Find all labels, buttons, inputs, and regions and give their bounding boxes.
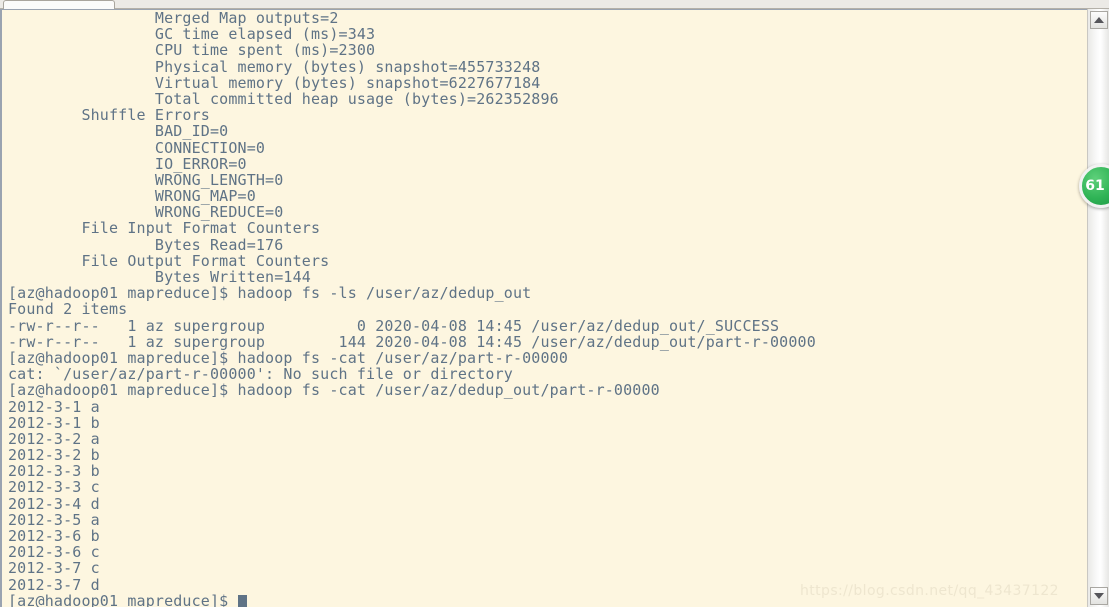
terminal-line: Physical memory (bytes) snapshot=4557332… <box>8 57 541 76</box>
terminal-line: Found 2 items <box>8 300 128 319</box>
shell-prompt: [az@hadoop01 mapreduce]$ <box>8 591 238 607</box>
terminal-line: 2012-3-1 b <box>8 413 100 432</box>
terminal-line: 2012-3-3 b <box>8 462 100 481</box>
terminal-line: 2012-3-2 a <box>8 429 100 448</box>
scroll-down-button[interactable] <box>1090 587 1108 605</box>
terminal-line: [az@hadoop01 mapreduce]$ hadoop fs -cat … <box>8 381 660 400</box>
terminal-line: 2012-3-2 b <box>8 446 100 465</box>
terminal-line: File Output Format Counters <box>8 251 339 270</box>
terminal-line: Shuffle Errors <box>8 106 210 125</box>
scroll-up-arrow-icon <box>1094 17 1104 23</box>
terminal-line: -rw-r--r-- 1 az supergroup 0 2020-04-08 … <box>8 316 780 335</box>
terminal-line: CONNECTION=0 <box>8 138 266 157</box>
terminal-line: 2012-3-3 c <box>8 478 100 497</box>
terminal-line: CPU time spent (ms)=2300 <box>8 41 376 60</box>
terminal-line: [az@hadoop01 mapreduce]$ hadoop fs -cat … <box>8 348 569 367</box>
terminal-line: BAD_ID=0 <box>8 122 229 141</box>
terminal-line: 2012-3-7 c <box>8 559 100 578</box>
terminal-line: -rw-r--r-- 1 az supergroup 144 2020-04-0… <box>8 332 816 351</box>
scroll-down-arrow-icon <box>1094 593 1104 599</box>
terminal-line: Total committed heap usage (bytes)=26235… <box>8 89 559 108</box>
terminal-line: 2012-3-4 d <box>8 494 100 513</box>
terminal-output-frame[interactable]: Merged Map outputs=2 GC time elapsed (ms… <box>0 9 1087 607</box>
terminal-prompt-line[interactable]: [az@hadoop01 mapreduce]$ <box>8 593 1087 607</box>
terminal-line: cat: `/user/az/part-r-00000': No such fi… <box>8 365 513 384</box>
terminal-line: Virtual memory (bytes) snapshot=62276771… <box>8 73 541 92</box>
terminal-window: Merged Map outputs=2 GC time elapsed (ms… <box>0 0 1109 607</box>
tab-strip <box>0 0 1109 9</box>
vertical-scrollbar[interactable] <box>1087 9 1109 607</box>
terminal-line: 2012-3-6 b <box>8 527 100 545</box>
terminal-line: GC time elapsed (ms)=343 <box>8 25 376 44</box>
terminal-line: 2012-3-1 a <box>8 397 100 416</box>
terminal-line: IO_ERROR=0 <box>8 154 247 173</box>
terminal-line: WRONG_LENGTH=0 <box>8 170 284 189</box>
terminal-line: 2012-3-5 a <box>8 510 100 529</box>
terminal-line: 2012-3-6 c <box>8 543 100 562</box>
text-cursor <box>237 594 247 607</box>
terminal-line: 2012-3-7 d <box>8 575 100 594</box>
terminal-line: WRONG_REDUCE=0 <box>8 203 284 222</box>
floating-badge-label: 61 <box>1085 178 1105 194</box>
terminal-output: Merged Map outputs=2 GC time elapsed (ms… <box>8 10 1087 607</box>
terminal-line: [az@hadoop01 mapreduce]$ hadoop fs -ls /… <box>8 284 532 303</box>
terminal-line: WRONG_MAP=0 <box>8 187 256 206</box>
terminal-line: File Input Format Counters <box>8 219 330 238</box>
terminal-tab[interactable] <box>3 0 115 9</box>
scroll-up-button[interactable] <box>1090 11 1108 29</box>
terminal-line: Bytes Written=144 <box>8 268 311 286</box>
terminal-line: Bytes Read=176 <box>8 235 284 254</box>
terminal-line: Merged Map outputs=2 <box>8 10 339 27</box>
